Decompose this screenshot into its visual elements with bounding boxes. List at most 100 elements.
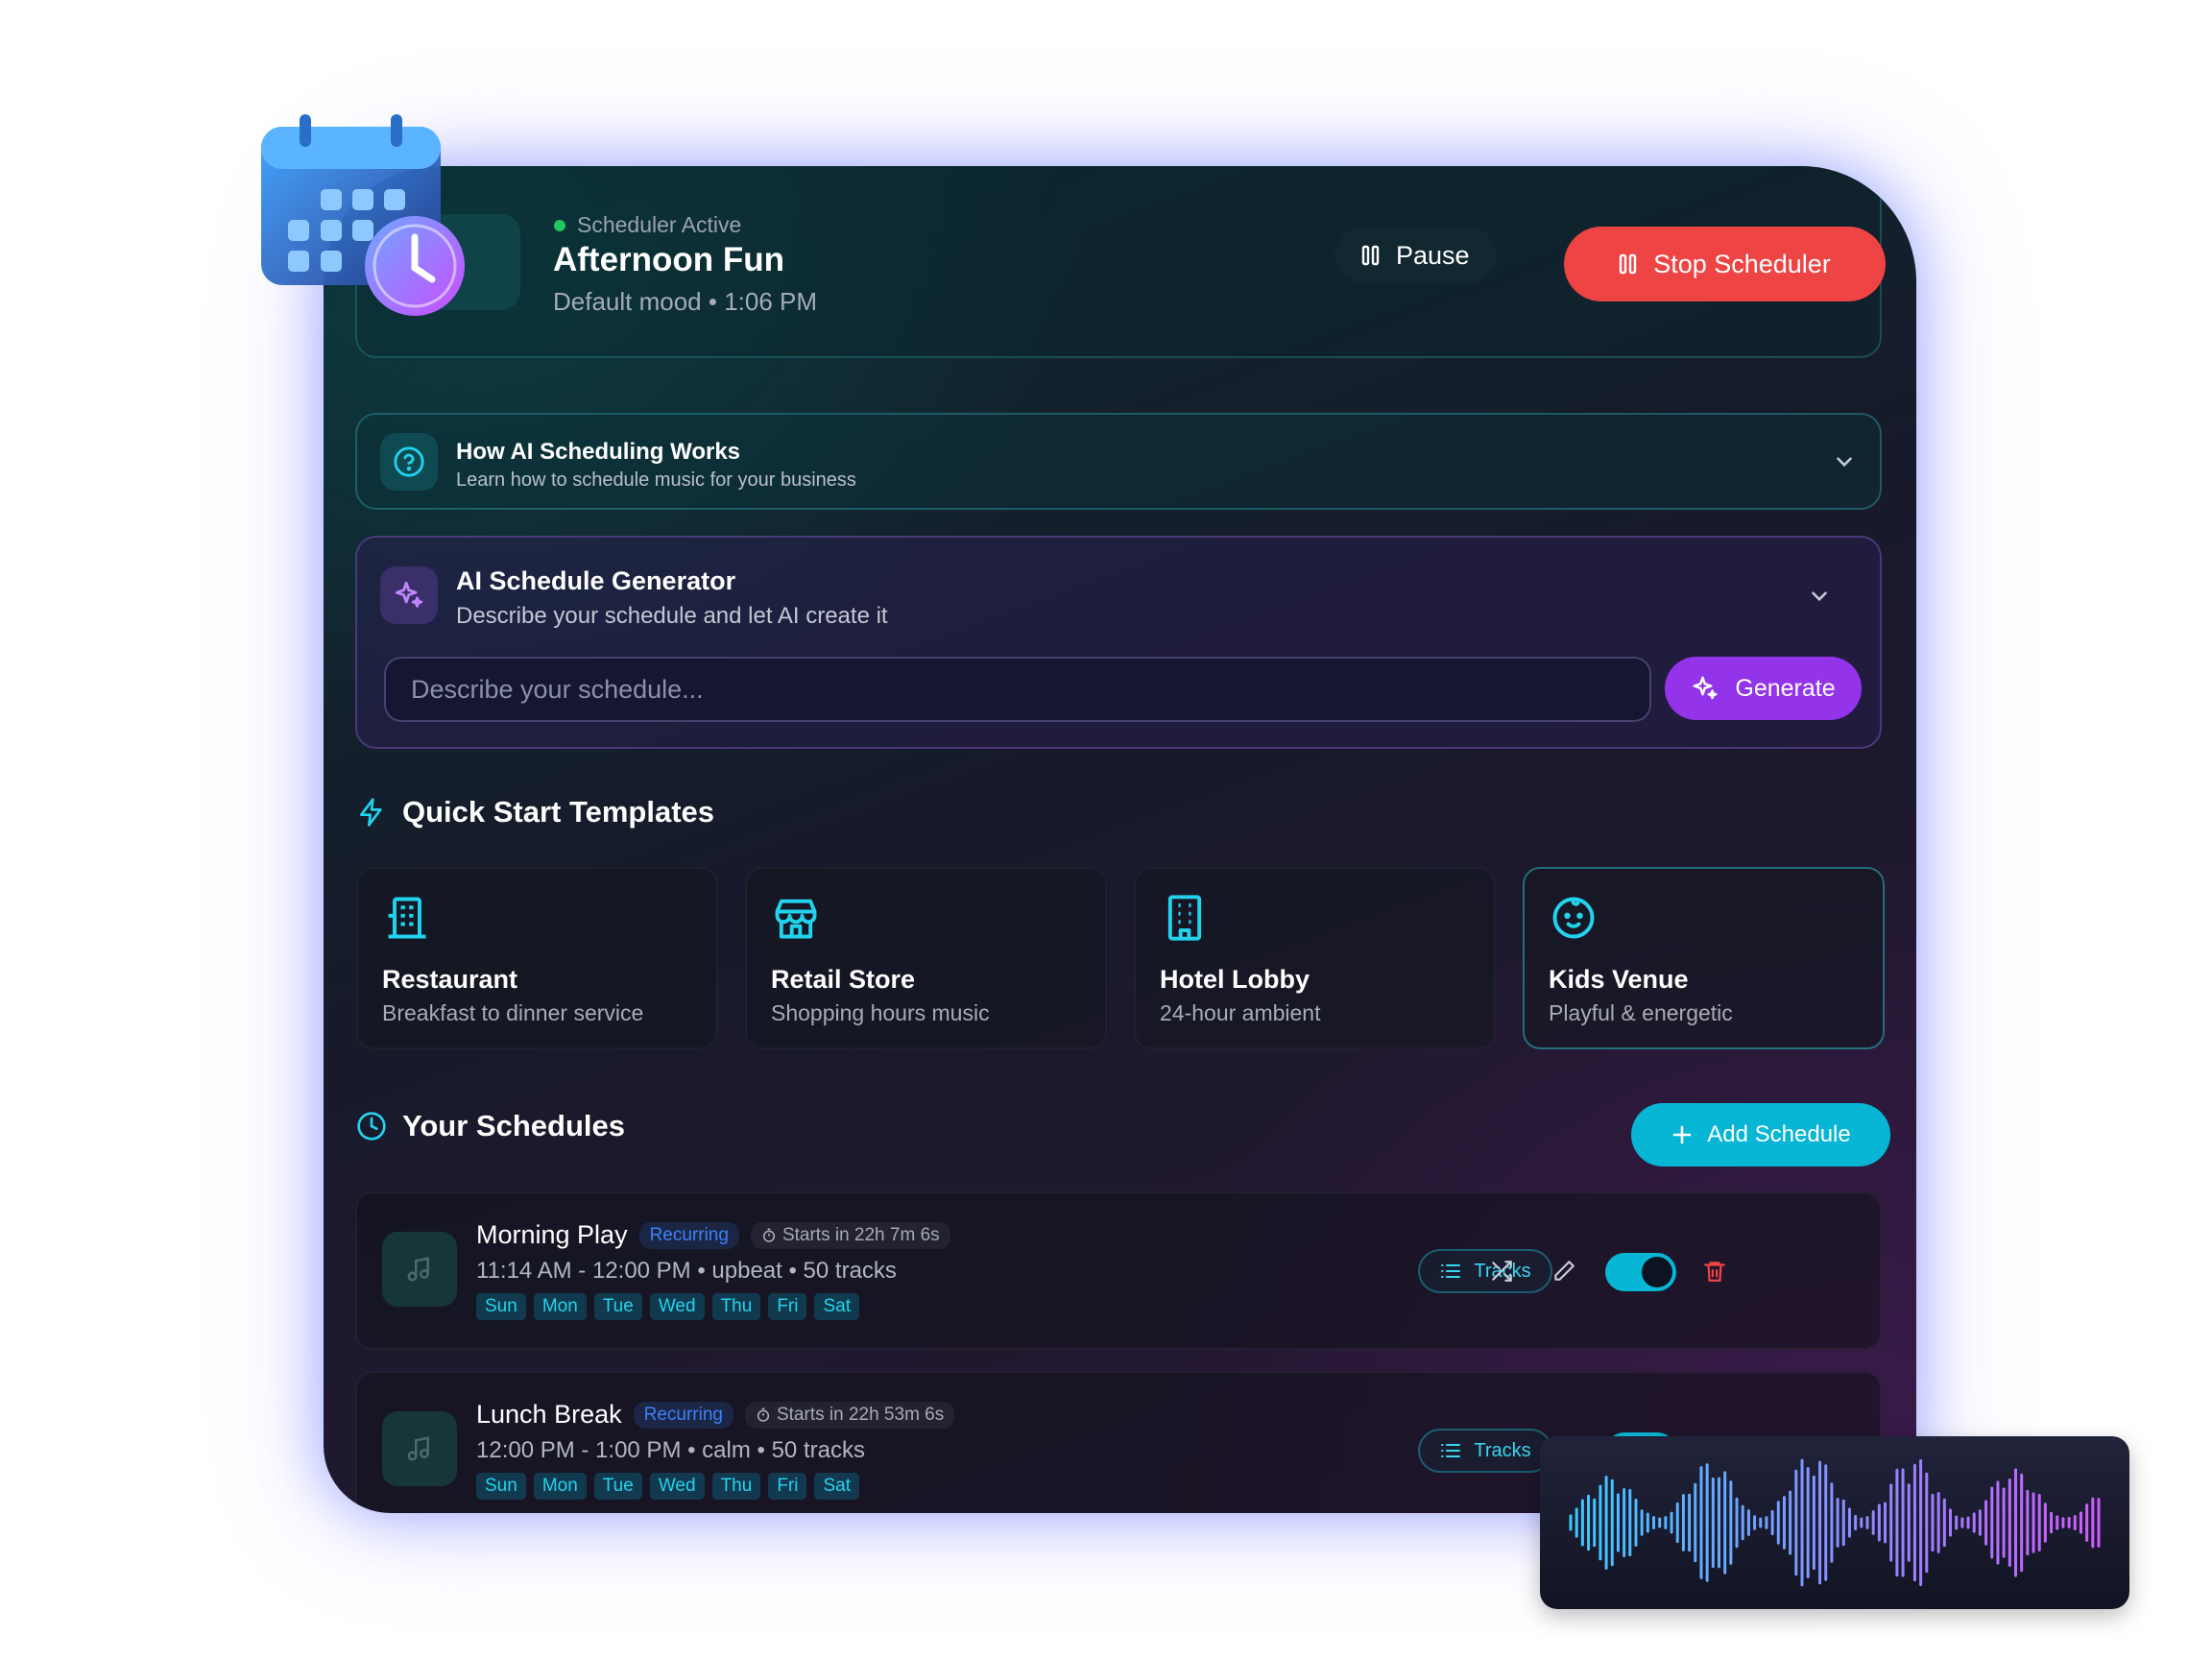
generator-title: AI Schedule Generator <box>456 566 736 595</box>
scheduler-status-card: Scheduler Active Afternoon Fun Default m… <box>355 166 1886 358</box>
starts-in-text: Starts in 22h 7m 6s <box>781 1224 940 1245</box>
day-chip: Tue <box>593 1473 642 1500</box>
template-title: Kids Venue <box>1549 965 1689 994</box>
schedule-name-row: Morning Play Recurring Starts in 22h 7m … <box>476 1220 950 1250</box>
timer-icon <box>757 1407 770 1422</box>
template-title: Restaurant <box>382 965 518 994</box>
current-schedule-subtitle: Default mood • 1:06 PM <box>553 287 818 316</box>
add-schedule-button[interactable]: Add Schedule <box>1631 1103 1890 1166</box>
templates-heading-text: Quick Start Templates <box>402 795 715 829</box>
status-indicator-text: Scheduler Active <box>577 212 742 237</box>
schedule-thumbnail <box>382 1232 457 1307</box>
sparkles-icon <box>1693 676 1718 700</box>
schedule-row[interactable]: Morning Play Recurring Starts in 22h 7m … <box>355 1191 1882 1350</box>
pause-icon <box>1619 253 1637 275</box>
schedule-enabled-toggle[interactable] <box>1605 1253 1676 1291</box>
list-icon <box>1441 1264 1461 1278</box>
stop-scheduler-button[interactable]: Stop Scheduler <box>1564 227 1886 301</box>
day-chip: Fri <box>768 1293 807 1320</box>
pause-button[interactable]: Pause <box>1334 228 1497 282</box>
current-schedule-title: Afternoon Fun <box>553 241 785 278</box>
help-icon <box>394 446 424 477</box>
how-it-works-subtitle: Learn how to schedule music for your bus… <box>456 469 856 491</box>
baby-face-icon <box>1552 897 1595 939</box>
pencil-icon <box>1554 1261 1575 1281</box>
scheduler-status: Scheduler Active <box>554 212 741 238</box>
delete-button[interactable] <box>1696 1253 1733 1289</box>
template-title: Hotel Lobby <box>1160 965 1310 994</box>
calendar-clock-icon <box>261 114 465 316</box>
your-schedules-heading: Your Schedules <box>356 1109 625 1143</box>
schedule-meta: 12:00 PM - 1:00 PM • calm • 50 tracks <box>476 1437 865 1463</box>
starts-in-badge: Starts in 22h 53m 6s <box>744 1401 955 1429</box>
day-chip: Wed <box>649 1293 705 1320</box>
day-chip: Thu <box>711 1293 761 1320</box>
hotel-icon <box>1167 895 1202 941</box>
stop-scheduler-label: Stop Scheduler <box>1653 249 1831 278</box>
day-chip: Sun <box>476 1293 526 1320</box>
generator-subtitle: Describe your schedule and let AI create… <box>456 603 888 629</box>
help-icon-badge <box>380 433 438 491</box>
generate-button[interactable]: Generate <box>1665 657 1862 720</box>
tracks-button[interactable]: Tracks <box>1418 1429 1552 1473</box>
schedule-meta: 11:14 AM - 12:00 PM • upbeat • 50 tracks <box>476 1258 897 1284</box>
template-subtitle: Playful & energetic <box>1549 1000 1733 1025</box>
sparkles-icon-badge <box>380 566 438 624</box>
starts-in-text: Starts in 22h 53m 6s <box>776 1404 945 1425</box>
scheduler-panel: Scheduler Active Afternoon Fun Default m… <box>324 166 1916 1513</box>
schedules-heading-text: Your Schedules <box>402 1109 625 1142</box>
toggle-knob <box>1642 1257 1672 1287</box>
add-schedule-label: Add Schedule <box>1707 1121 1851 1147</box>
plus-icon <box>1672 1125 1692 1144</box>
list-icon <box>1441 1444 1461 1457</box>
quick-start-templates-heading: Quick Start Templates <box>356 795 714 830</box>
schedule-days: Sun Mon Tue Wed Thu Fri Sat <box>476 1473 859 1500</box>
trash-icon <box>1704 1262 1725 1282</box>
template-subtitle: Shopping hours music <box>771 1000 990 1025</box>
chevron-down-icon[interactable] <box>1807 584 1832 609</box>
recurring-badge: Recurring <box>633 1401 733 1429</box>
how-it-works-title: How AI Scheduling Works <box>456 439 741 465</box>
template-subtitle: Breakfast to dinner service <box>382 1000 644 1025</box>
template-hotel-lobby[interactable]: Hotel Lobby 24-hour ambient <box>1134 867 1496 1049</box>
generate-label: Generate <box>1735 674 1836 702</box>
waveform-visual <box>1569 1458 2101 1587</box>
timer-icon <box>762 1228 776 1242</box>
ai-schedule-generator-card: AI Schedule Generator Describe your sche… <box>355 536 1882 749</box>
schedule-name: Morning Play <box>476 1220 628 1249</box>
schedule-name: Lunch Break <box>476 1400 622 1429</box>
shuffle-button[interactable] <box>1483 1253 1520 1289</box>
template-kids-venue[interactable]: Kids Venue Playful & energetic <box>1523 867 1885 1049</box>
chevron-down-icon[interactable] <box>1832 449 1857 474</box>
how-ai-scheduling-works-accordion[interactable]: How AI Scheduling Works Learn how to sch… <box>355 413 1882 510</box>
shuffle-icon <box>1492 1261 1512 1282</box>
sparkles-icon <box>395 581 423 608</box>
store-icon <box>775 899 817 939</box>
active-dot <box>554 219 565 231</box>
template-title: Retail Store <box>771 965 916 994</box>
template-retail-store[interactable]: Retail Store Shopping hours music <box>745 867 1107 1049</box>
starts-in-badge: Starts in 22h 7m 6s <box>750 1221 950 1249</box>
day-chip: Mon <box>533 1473 587 1500</box>
day-chip: Mon <box>533 1293 587 1320</box>
day-chip: Thu <box>711 1473 761 1500</box>
template-restaurant[interactable]: Restaurant Breakfast to dinner service <box>356 867 718 1049</box>
schedule-thumbnail <box>382 1411 457 1486</box>
day-chip: Tue <box>593 1293 642 1320</box>
template-subtitle: 24-hour ambient <box>1160 1000 1321 1025</box>
music-note-icon <box>407 1257 429 1282</box>
day-chip: Sun <box>476 1473 526 1500</box>
pause-label: Pause <box>1396 240 1470 270</box>
recurring-badge: Recurring <box>638 1221 739 1249</box>
schedule-days: Sun Mon Tue Wed Thu Fri Sat <box>476 1293 859 1320</box>
schedule-name-row: Lunch Break Recurring Starts in 22h 53m … <box>476 1400 955 1430</box>
pause-icon <box>1361 245 1380 266</box>
audio-waveform-card <box>1540 1436 2129 1609</box>
day-chip: Wed <box>649 1473 705 1500</box>
day-chip: Sat <box>814 1293 859 1320</box>
schedule-description-input[interactable] <box>384 657 1651 722</box>
music-note-icon <box>407 1436 429 1461</box>
tracks-label: Tracks <box>1474 1439 1531 1461</box>
lightning-icon <box>360 798 382 827</box>
edit-button[interactable] <box>1546 1253 1582 1289</box>
